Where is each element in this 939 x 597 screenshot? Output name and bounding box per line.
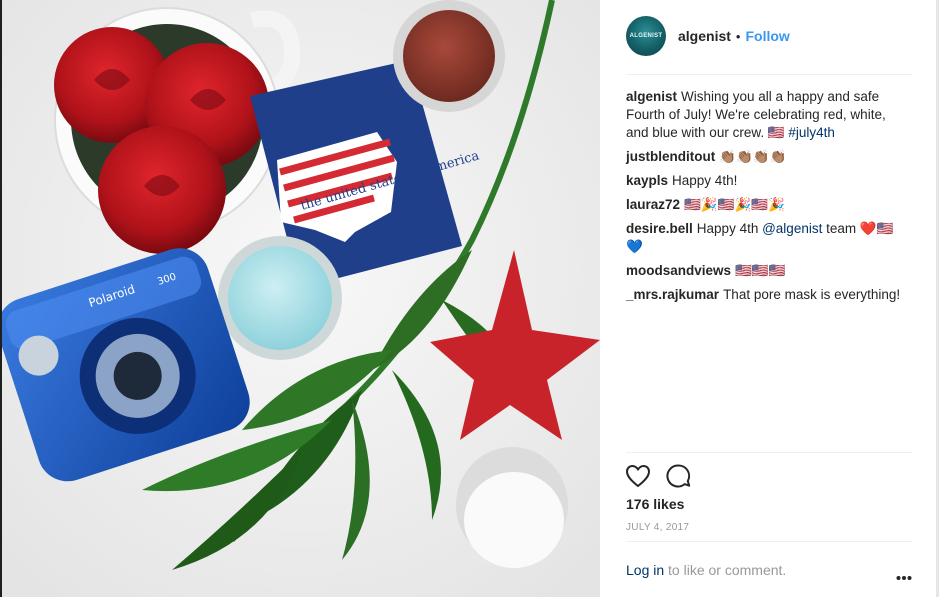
comment-item: lauraz72 🇺🇸🎉🇺🇸🎉🇺🇸🎉 xyxy=(626,196,910,214)
mention-link[interactable]: @algenist xyxy=(762,221,822,236)
comment-username[interactable]: lauraz72 xyxy=(626,197,680,212)
more-options-icon[interactable] xyxy=(896,568,912,580)
comment-item: kaypls Happy 4th! xyxy=(626,172,910,190)
post-side-panel: ALGENIST algenist • Follow algenist Wishi… xyxy=(600,0,939,597)
post-date[interactable]: JULY 4, 2017 xyxy=(626,522,689,533)
login-prompt: Log in to like or comment. xyxy=(626,562,916,578)
comment-text: That pore mask is everything! xyxy=(723,287,901,302)
comment-item: desire.bell Happy 4th @algenist team ❤️🇺🇸… xyxy=(626,220,910,256)
comment-text: Happy 4th! xyxy=(672,173,738,188)
header-separator: • xyxy=(735,28,741,44)
comment-item: justblenditout 👏🏽👏🏽👏🏽👏🏽 xyxy=(626,148,910,166)
heart-icon[interactable] xyxy=(624,462,652,490)
comment-item: moodsandviews 🇺🇸🇺🇸🇺🇸 xyxy=(626,262,910,280)
post-header: ALGENIST algenist • Follow xyxy=(626,16,912,56)
actions-divider xyxy=(626,452,912,453)
comment-username[interactable]: kaypls xyxy=(626,173,668,188)
photo-illustration: the united states of america Polaroid 30… xyxy=(2,0,600,597)
follow-button[interactable]: Follow xyxy=(745,28,789,44)
login-prompt-text: to like or comment. xyxy=(664,562,787,578)
comment-text: Happy 4th xyxy=(696,221,763,236)
comment-text: 🇺🇸🎉🇺🇸🎉🇺🇸🎉 xyxy=(684,197,785,212)
comment-username[interactable]: moodsandviews xyxy=(626,263,731,278)
likes-count[interactable]: 176 likes xyxy=(626,496,684,512)
comment-icon[interactable] xyxy=(664,462,692,490)
footer-divider xyxy=(626,541,912,542)
action-bar xyxy=(624,462,704,490)
comment-username[interactable]: desire.bell xyxy=(626,221,693,236)
blue-gel-jar xyxy=(218,236,342,360)
comment-username[interactable]: justblenditout xyxy=(626,149,715,164)
clay-mask-jar xyxy=(393,0,505,112)
header-divider xyxy=(626,74,912,75)
avatar[interactable]: ALGENIST xyxy=(626,16,666,56)
comment-text: 🇺🇸🇺🇸🇺🇸 xyxy=(735,263,786,278)
caption-username[interactable]: algenist xyxy=(626,89,677,104)
avatar-logo-text: ALGENIST xyxy=(629,33,663,39)
comments-list: algenist Wishing you all a happy and safe… xyxy=(626,88,910,310)
post-photo[interactable]: the united states of america Polaroid 30… xyxy=(2,0,600,597)
hashtag-link[interactable]: #july4th xyxy=(788,125,835,140)
comment-text: 👏🏽👏🏽👏🏽👏🏽 xyxy=(719,149,787,164)
comment-item: _mrs.rajkumar That pore mask is everythin… xyxy=(626,286,910,304)
login-link[interactable]: Log in xyxy=(626,562,664,578)
caption: algenist Wishing you all a happy and safe… xyxy=(626,88,910,142)
header-username[interactable]: algenist xyxy=(678,28,731,44)
comment-username[interactable]: _mrs.rajkumar xyxy=(626,287,719,302)
